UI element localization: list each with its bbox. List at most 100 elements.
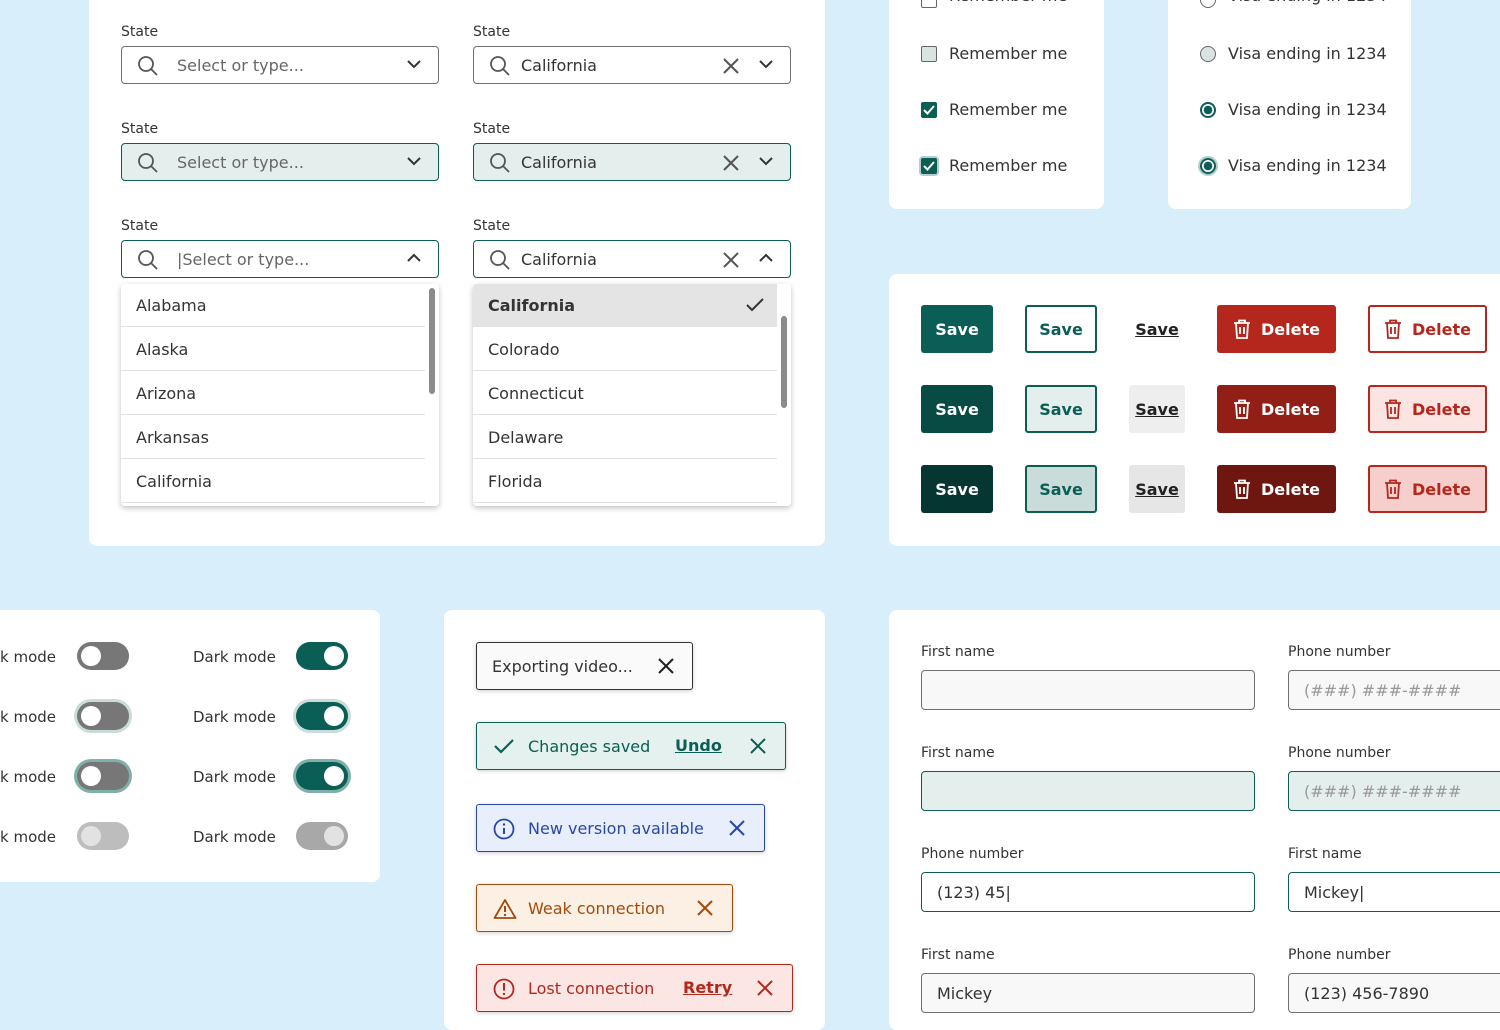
field-value: Mickey| — [1304, 883, 1365, 902]
close-icon[interactable] — [696, 899, 714, 917]
save-button-tertiary-pressed[interactable]: Save — [1129, 465, 1185, 513]
toggle-label: Dark mode — [193, 708, 276, 726]
scrollbar[interactable] — [425, 284, 439, 506]
delete-button-secondary[interactable]: Delete — [1368, 305, 1487, 353]
state-dropdown-list[interactable]: Alabama Alaska Arizona Arkansas Californ… — [121, 284, 439, 506]
list-item[interactable]: Alabama — [121, 284, 425, 327]
save-button-tertiary[interactable]: Save — [1129, 305, 1185, 353]
radio-unselected-hover[interactable] — [1200, 46, 1216, 62]
chevron-down-icon[interactable] — [406, 155, 422, 167]
save-button-primary-pressed[interactable]: Save — [921, 465, 993, 513]
toggle-label: k mode — [0, 768, 56, 786]
phone-number-field-hover[interactable]: (###) ###-#### — [1288, 771, 1500, 811]
save-label: Save — [1039, 319, 1083, 339]
search-icon — [490, 153, 510, 173]
delete-label: Delete — [1261, 479, 1320, 499]
radio-label: Visa ending in 1234 — [1228, 44, 1387, 63]
phone-number-field-focused[interactable]: (123) 45| — [921, 872, 1255, 912]
error-icon — [493, 978, 515, 1000]
toggle-label: k mode — [0, 648, 56, 666]
retry-link[interactable]: Retry — [683, 978, 732, 997]
first-name-field-focused[interactable]: Mickey| — [1288, 872, 1500, 912]
list-item[interactable]: Delaware — [473, 416, 777, 459]
chevron-down-icon[interactable] — [406, 58, 422, 70]
save-label: Save — [1135, 479, 1179, 499]
state-combobox-empty-open[interactable]: |Select or type... — [121, 240, 439, 278]
chevron-down-icon[interactable] — [758, 155, 774, 167]
close-icon[interactable] — [657, 657, 675, 675]
radio-selected-focus[interactable] — [1200, 158, 1216, 174]
list-item[interactable]: Florida — [473, 460, 777, 503]
checkbox-checked-focus[interactable] — [921, 158, 937, 174]
clear-icon[interactable] — [722, 154, 740, 172]
save-button-primary-hover[interactable]: Save — [921, 385, 993, 433]
checkbox-unchecked-hover[interactable] — [921, 46, 937, 62]
delete-button-primary[interactable]: Delete — [1217, 305, 1336, 353]
clear-icon[interactable] — [722, 57, 740, 75]
radio-selected[interactable] — [1200, 102, 1216, 118]
dark-mode-toggle-on-disabled[interactable] — [296, 822, 348, 850]
trash-icon — [1234, 399, 1251, 419]
undo-link[interactable]: Undo — [675, 736, 722, 755]
list-item[interactable]: Arizona — [121, 372, 425, 415]
state-combobox-filled-open[interactable]: California — [473, 240, 791, 278]
close-icon[interactable] — [728, 819, 746, 837]
toggle-knob — [81, 646, 101, 666]
checkbox-checked[interactable] — [921, 102, 937, 118]
search-icon — [138, 250, 158, 270]
dark-mode-toggle-off-disabled[interactable] — [77, 822, 129, 850]
checkbox-unchecked[interactable] — [921, 0, 937, 8]
first-name-field[interactable] — [921, 670, 1255, 710]
scrollbar[interactable] — [777, 284, 791, 506]
state-combobox-empty-hover[interactable]: Select or type... — [121, 143, 439, 181]
close-icon[interactable] — [749, 737, 767, 755]
first-name-field-filled[interactable]: Mickey — [921, 973, 1255, 1013]
chevron-down-icon[interactable] — [758, 58, 774, 70]
first-name-field-hover[interactable] — [921, 771, 1255, 811]
close-icon[interactable] — [756, 979, 774, 997]
dark-mode-toggle-off-focus[interactable] — [77, 762, 129, 790]
save-button-secondary[interactable]: Save — [1025, 305, 1097, 353]
scrollbar-thumb[interactable] — [781, 316, 787, 408]
save-label: Save — [1039, 399, 1083, 419]
radio-unselected[interactable] — [1200, 0, 1216, 8]
save-button-primary[interactable]: Save — [921, 305, 993, 353]
scrollbar-thumb[interactable] — [429, 288, 435, 394]
delete-button-secondary-hover[interactable]: Delete — [1368, 385, 1487, 433]
save-button-tertiary-hover[interactable]: Save — [1129, 385, 1185, 433]
save-button-secondary-hover[interactable]: Save — [1025, 385, 1097, 433]
state-combobox-filled-hover[interactable]: California — [473, 143, 791, 181]
field-value: (123) 45| — [937, 883, 1011, 902]
state-combobox-empty[interactable]: Select or type... — [121, 46, 439, 84]
list-item[interactable]: California — [121, 460, 425, 503]
toggle-knob — [324, 766, 344, 786]
list-item[interactable]: Alaska — [121, 328, 425, 371]
save-label: Save — [1039, 479, 1083, 499]
save-button-secondary-pressed[interactable]: Save — [1025, 465, 1097, 513]
delete-button-primary-hover[interactable]: Delete — [1217, 385, 1336, 433]
chevron-up-icon[interactable] — [406, 252, 422, 264]
delete-button-primary-pressed[interactable]: Delete — [1217, 465, 1336, 513]
list-item[interactable]: Colorado — [473, 328, 777, 371]
list-item[interactable]: Connecticut — [473, 372, 777, 415]
dark-mode-toggle-on-hover[interactable] — [296, 702, 348, 730]
dark-mode-toggle-on[interactable] — [296, 642, 348, 670]
dark-mode-toggle-on-focus[interactable] — [296, 762, 348, 790]
chevron-up-icon[interactable] — [758, 252, 774, 264]
state-combobox-filled[interactable]: California — [473, 46, 791, 84]
clear-icon[interactable] — [722, 251, 740, 269]
list-item-selected[interactable]: California — [473, 284, 777, 327]
dark-mode-toggle-off-hover[interactable] — [77, 702, 129, 730]
toggle-label: k mode — [0, 708, 56, 726]
checkmark-icon — [923, 105, 935, 115]
state-dropdown-list[interactable]: California Colorado Connecticut Delaware… — [473, 284, 791, 506]
dark-mode-toggle-off[interactable] — [77, 642, 129, 670]
combo-placeholder: Select or type... — [177, 153, 304, 172]
phone-number-field-filled[interactable]: (123) 456-7890 — [1288, 973, 1500, 1013]
delete-label: Delete — [1261, 399, 1320, 419]
radio-label: Visa ending in 1234 — [1228, 100, 1387, 119]
phone-number-field[interactable]: (###) ###-#### — [1288, 670, 1500, 710]
delete-button-secondary-pressed[interactable]: Delete — [1368, 465, 1487, 513]
list-item[interactable]: Arkansas — [121, 416, 425, 459]
checkmark-icon — [494, 739, 514, 754]
